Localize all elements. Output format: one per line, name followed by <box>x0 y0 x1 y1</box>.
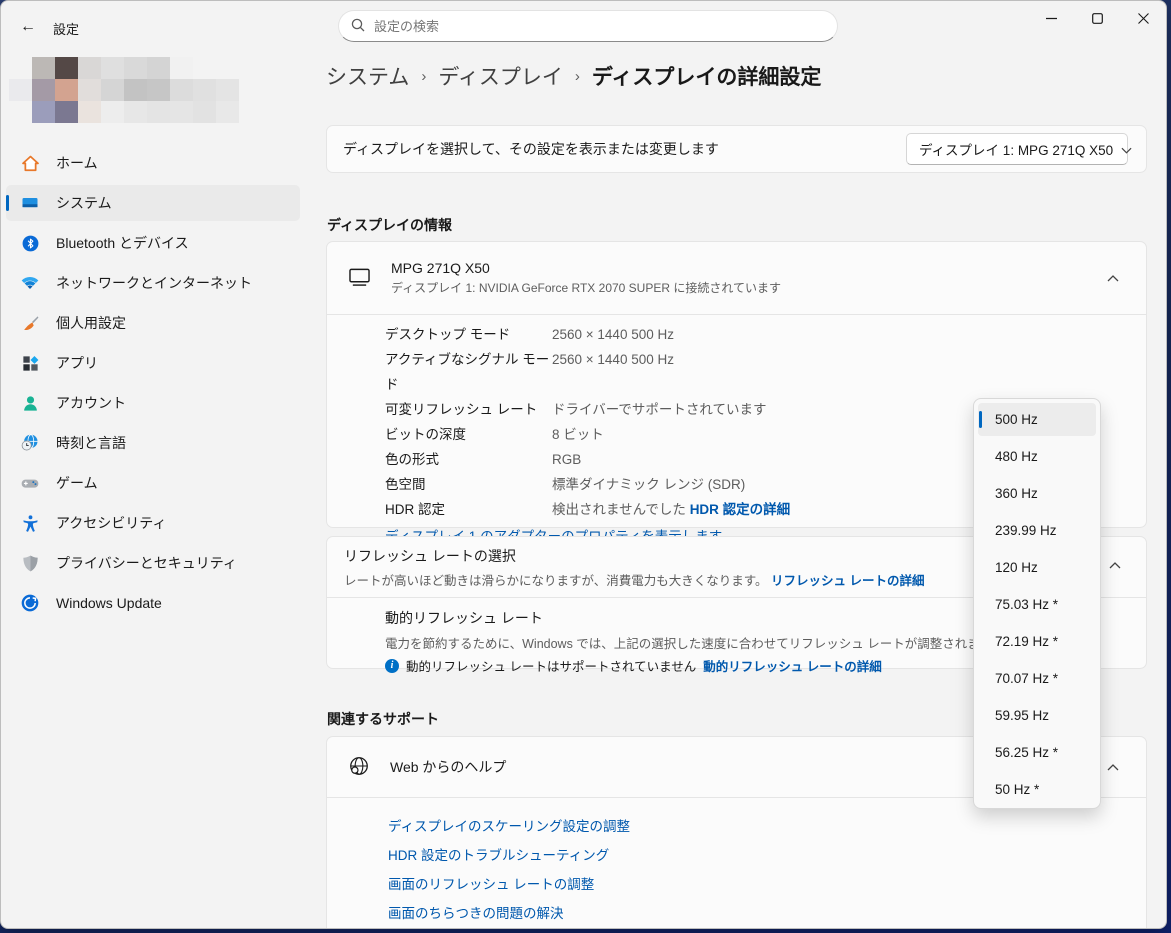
time-language-icon <box>20 433 40 453</box>
system-icon <box>20 193 40 213</box>
window-controls <box>1028 1 1166 35</box>
monitor-icon <box>348 267 371 290</box>
refresh-option-59-95hz[interactable]: 59.95 Hz <box>978 699 1096 732</box>
sidebar-item-label: 時刻と言語 <box>56 433 126 453</box>
minimize-button[interactable] <box>1028 1 1074 35</box>
refresh-option-360hz[interactable]: 360 Hz <box>978 477 1096 510</box>
privacy-icon <box>20 553 40 573</box>
sidebar-item-label: 個人用設定 <box>56 313 126 333</box>
sidebar-item-network[interactable]: ネットワークとインターネット <box>6 265 300 301</box>
sidebar: ホーム システム Bluetooth とデバイス ネットワークとインターネット … <box>6 145 300 625</box>
bluetooth-icon <box>20 233 40 253</box>
display-select-value: ディスプレイ 1: MPG 271Q X50 <box>919 139 1113 159</box>
sidebar-item-windows-update[interactable]: Windows Update <box>6 585 300 621</box>
windows-update-icon <box>20 593 40 613</box>
sidebar-item-label: ネットワークとインターネット <box>56 273 252 293</box>
apps-icon <box>20 353 40 373</box>
breadcrumb-system[interactable]: システム <box>326 61 409 91</box>
sidebar-item-label: ホーム <box>56 153 98 173</box>
network-icon <box>20 273 40 293</box>
section-related-support: 関連するサポート <box>327 709 439 729</box>
collapse-web-help-button[interactable] <box>1098 752 1128 782</box>
user-avatar-blurred[interactable] <box>9 57 239 123</box>
refresh-option-239-99hz[interactable]: 239.99 Hz <box>978 514 1096 547</box>
sidebar-item-home[interactable]: ホーム <box>6 145 300 181</box>
sidebar-item-label: システム <box>56 193 112 213</box>
help-link-hdr-troubleshooting[interactable]: HDR 設定のトラブルシューティング <box>388 841 1126 870</box>
sidebar-item-accounts[interactable]: アカウント <box>6 385 300 421</box>
help-link-display-scaling[interactable]: ディスプレイのスケーリング設定の調整 <box>388 812 1126 841</box>
personalization-icon <box>20 313 40 333</box>
refresh-option-500hz[interactable]: 500 Hz <box>978 403 1096 436</box>
back-button[interactable]: ← <box>15 14 41 40</box>
breadcrumb-separator: › <box>421 68 426 85</box>
dynamic-refresh-status: 動的リフレッシュ レートはサポートされていません <box>406 656 696 675</box>
refresh-option-120hz[interactable]: 120 Hz <box>978 551 1096 584</box>
accounts-icon <box>20 393 40 413</box>
sidebar-item-bluetooth[interactable]: Bluetooth とデバイス <box>6 225 300 261</box>
display-select-dropdown[interactable]: ディスプレイ 1: MPG 271Q X50 <box>906 133 1128 165</box>
maximize-button[interactable] <box>1074 1 1120 35</box>
sidebar-item-label: ゲーム <box>56 473 98 493</box>
refresh-option-50hz[interactable]: 50 Hz * <box>978 773 1096 806</box>
refresh-option-75-03hz[interactable]: 75.03 Hz * <box>978 588 1096 621</box>
info-row-desktop-mode: デスクトップ モード2560 × 1440 500 Hz <box>385 322 1126 347</box>
sidebar-item-personalization[interactable]: 個人用設定 <box>6 305 300 341</box>
close-button[interactable] <box>1120 1 1166 35</box>
display-select-card: ディスプレイを選択して、その設定を表示または変更します ディスプレイ 1: MP… <box>326 125 1147 173</box>
refresh-rate-description: レートが高いほど動きは滑らかになりますが、消費電力も大きくなります。 <box>344 574 768 588</box>
breadcrumb-display[interactable]: ディスプレイ <box>438 61 563 91</box>
settings-window: ← 設定 ホーム システム Bluetooth とデバイス ネットワークとインタ… <box>0 0 1167 929</box>
display-info-header[interactable]: MPG 271Q X50 ディスプレイ 1: NVIDIA GeForce RT… <box>327 242 1146 314</box>
display-name: MPG 271Q X50 <box>391 260 1078 276</box>
refresh-option-56-25hz[interactable]: 56.25 Hz * <box>978 736 1096 769</box>
info-row-signal-mode: アクティブなシグナル モード2560 × 1440 500 Hz <box>385 347 1126 397</box>
breadcrumb: システム › ディスプレイ › ディスプレイの詳細設定 <box>326 61 821 91</box>
web-help-links: ディスプレイのスケーリング設定の調整 HDR 設定のトラブルシューティング 画面… <box>327 798 1146 928</box>
sidebar-item-label: Bluetooth とデバイス <box>56 233 189 253</box>
refresh-rate-flyout: 500 Hz 480 Hz 360 Hz 239.99 Hz 120 Hz 75… <box>973 398 1101 809</box>
sidebar-item-label: アカウント <box>56 393 126 413</box>
display-select-label: ディスプレイを選択して、その設定を表示または変更します <box>343 139 906 159</box>
accessibility-icon <box>20 513 40 533</box>
sidebar-item-accessibility[interactable]: アクセシビリティ <box>6 505 300 541</box>
sidebar-item-privacy[interactable]: プライバシーとセキュリティ <box>6 545 300 581</box>
section-display-info: ディスプレイの情報 <box>327 215 452 235</box>
page-title: ディスプレイの詳細設定 <box>592 61 822 91</box>
sidebar-item-time-language[interactable]: 時刻と言語 <box>6 425 300 461</box>
search-input[interactable] <box>374 19 825 34</box>
sidebar-item-label: プライバシーとセキュリティ <box>56 553 237 573</box>
sidebar-item-label: アプリ <box>56 353 98 373</box>
info-icon: i <box>385 659 399 673</box>
home-icon <box>20 153 40 173</box>
help-link-screen-flicker[interactable]: 画面のちらつきの問題の解決 <box>388 899 1126 928</box>
collapse-refresh-rate-button[interactable] <box>1100 550 1130 580</box>
breadcrumb-separator: › <box>575 68 580 85</box>
gaming-icon <box>20 473 40 493</box>
dynamic-refresh-learn-more-link[interactable]: 動的リフレッシュ レートの詳細 <box>703 656 881 675</box>
refresh-option-480hz[interactable]: 480 Hz <box>978 440 1096 473</box>
app-title: 設定 <box>53 19 79 38</box>
sidebar-item-label: Windows Update <box>56 595 162 611</box>
chevron-down-icon <box>1121 142 1132 157</box>
search-box[interactable] <box>338 10 838 42</box>
hdr-certification-link[interactable]: HDR 認定の詳細 <box>690 502 791 517</box>
sidebar-item-gaming[interactable]: ゲーム <box>6 465 300 501</box>
sidebar-item-label: アクセシビリティ <box>56 513 166 533</box>
display-connection: ディスプレイ 1: NVIDIA GeForce RTX 2070 SUPER … <box>391 279 1078 296</box>
sidebar-item-apps[interactable]: アプリ <box>6 345 300 381</box>
refresh-rate-learn-more-link[interactable]: リフレッシュ レートの詳細 <box>771 574 924 588</box>
sidebar-item-system[interactable]: システム <box>6 185 300 221</box>
collapse-display-info-button[interactable] <box>1098 263 1128 293</box>
search-icon <box>351 18 365 35</box>
refresh-option-70-07hz[interactable]: 70.07 Hz * <box>978 662 1096 695</box>
refresh-option-72-19hz[interactable]: 72.19 Hz * <box>978 625 1096 658</box>
help-link-refresh-rate-adjust[interactable]: 画面のリフレッシュ レートの調整 <box>388 870 1126 899</box>
globe-search-icon <box>348 755 370 780</box>
